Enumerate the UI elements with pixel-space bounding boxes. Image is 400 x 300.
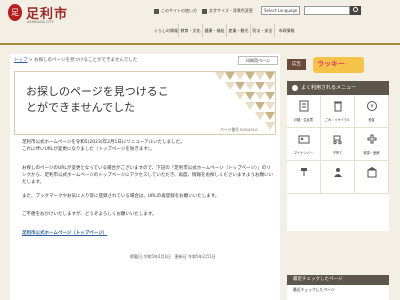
- recent-pages: 最近チェックしたページ 最近チェックしたページ: [287, 275, 389, 300]
- menu-item-childcare[interactable]: 子育て: [321, 128, 355, 161]
- breadcrumb-home-link[interactable]: トップ: [14, 58, 28, 63]
- notice-paragraph-2: これに伴いURLが変更になりました（トップページを除きます）。: [22, 147, 155, 152]
- top-page-link[interactable]: 足利市公式ホームページ（トップページ）: [22, 231, 107, 236]
- page-number: ページ番号 P.004310: [220, 127, 258, 132]
- menu-item-family-register[interactable]: 戸籍・住民票: [287, 95, 321, 128]
- frequent-menu-header: よく利用されるメニュー: [287, 81, 389, 95]
- document-icon: [299, 100, 309, 112]
- how-to-use-link[interactable]: このサイトの使い方: [154, 7, 197, 15]
- site-header: 足 足利市 ASHIKAGA CITY このサイトの使い方 文字サイズ・背景色変…: [0, 0, 400, 43]
- city-emblem-icon[interactable]: 足: [8, 4, 22, 21]
- updated-date: 更新日 令和5年2月1日: [174, 254, 216, 259]
- notice-paragraph-1: 足利市公式ホームページを令和5(2023)年2月1日にリニューアルいたしました。: [22, 140, 185, 145]
- notice-paragraph-3: お探しのページのURLが変更となっている場合がございますので、下記の「足利市公式…: [22, 166, 274, 185]
- person-icon: [334, 168, 342, 177]
- ad-banner[interactable]: ラッキー: [313, 57, 364, 73]
- svg-text:¥: ¥: [370, 104, 373, 110]
- nav-item-industry[interactable]: 産業・観光: [226, 24, 250, 37]
- global-nav: くらしの情報 教育・文化 健康・福祉 産業・観光 防災・安全 市政情報: [154, 24, 298, 37]
- nav-item-living[interactable]: くらしの情報: [154, 24, 178, 37]
- notice-paragraph-4: また、ブックマークやお気に入り等に登録されている場合は、URLの再登録をお願いい…: [22, 194, 220, 199]
- nav-item-city[interactable]: 市政情報: [274, 24, 298, 37]
- select-language-button[interactable]: Select Language: [261, 6, 301, 15]
- breadcrumb: トップ > お探しのページを見つけることができませんでした: [14, 58, 138, 63]
- page-title-box: お探しのページを見つけることができませんでした: [14, 71, 276, 135]
- main-content: トップ > お探しのページを見つけることができませんでした 印刷用ページ お探し…: [10, 54, 280, 300]
- coin-icon: ¥: [367, 101, 377, 111]
- recent-pages-text: 最近チェックしたページ: [293, 287, 335, 292]
- print-button[interactable]: 印刷用ページ: [238, 56, 278, 65]
- breadcrumb-current: お探しのページを見つけることができませんでした: [34, 58, 138, 63]
- square-icon: [154, 8, 159, 14]
- search-button[interactable]: [350, 6, 361, 15]
- menu-item-tax[interactable]: ¥ 税金: [355, 95, 389, 128]
- bullet-icon: [292, 85, 298, 91]
- nav-item-health[interactable]: 健康・福祉: [202, 24, 226, 37]
- recent-pages-header: 最近チェックしたページ: [287, 275, 389, 285]
- decorative-pattern-icon: [215, 72, 275, 130]
- menu-item-health[interactable]: 健康・医療: [355, 128, 389, 161]
- nav-item-education[interactable]: 教育・文化: [178, 24, 202, 37]
- notice-paragraph-5: ご不便をおかけいたしますが、どうぞよろしくお願いいたします。: [22, 212, 157, 217]
- site-subtitle: ASHIKAGA CITY: [27, 20, 54, 24]
- menu-item-8[interactable]: [321, 161, 355, 194]
- search-icon: [353, 7, 358, 12]
- menu-item-7[interactable]: [287, 161, 321, 194]
- registered-date: 掲載日 令和5年2月1日: [130, 254, 171, 259]
- search-input[interactable]: [304, 6, 350, 15]
- ad-label: 広告: [287, 59, 306, 70]
- page-title: お探しのページを見つけることができませんでした: [26, 85, 169, 114]
- menu-item-my-number[interactable]: マイナンバー: [287, 128, 321, 161]
- header-divider: [0, 43, 400, 45]
- stroller-icon: [333, 135, 342, 145]
- building-icon: [367, 167, 377, 178]
- medical-cross-icon: [367, 134, 377, 144]
- menu-item-garbage[interactable]: ごみ・リサイクル: [321, 95, 355, 128]
- trash-icon: [334, 101, 342, 112]
- text-size-link[interactable]: 文字サイズ・背景色変更: [202, 7, 253, 15]
- page-dates: 掲載日 令和5年2月1日 更新日 令和5年2月1日: [130, 254, 216, 260]
- gavel-icon: [301, 168, 307, 176]
- square-icon: [202, 8, 207, 14]
- menu-item-9[interactable]: [355, 161, 389, 194]
- page: 足 足利市 ASHIKAGA CITY このサイトの使い方 文字サイズ・背景色変…: [0, 0, 400, 300]
- nav-item-safety[interactable]: 防災・安全: [250, 24, 274, 37]
- frequent-menu: よく利用されるメニュー 戸籍・住民票 ごみ・リサイクル ¥ 税金 マイナンバー …: [287, 81, 389, 231]
- id-card-icon: [298, 135, 310, 144]
